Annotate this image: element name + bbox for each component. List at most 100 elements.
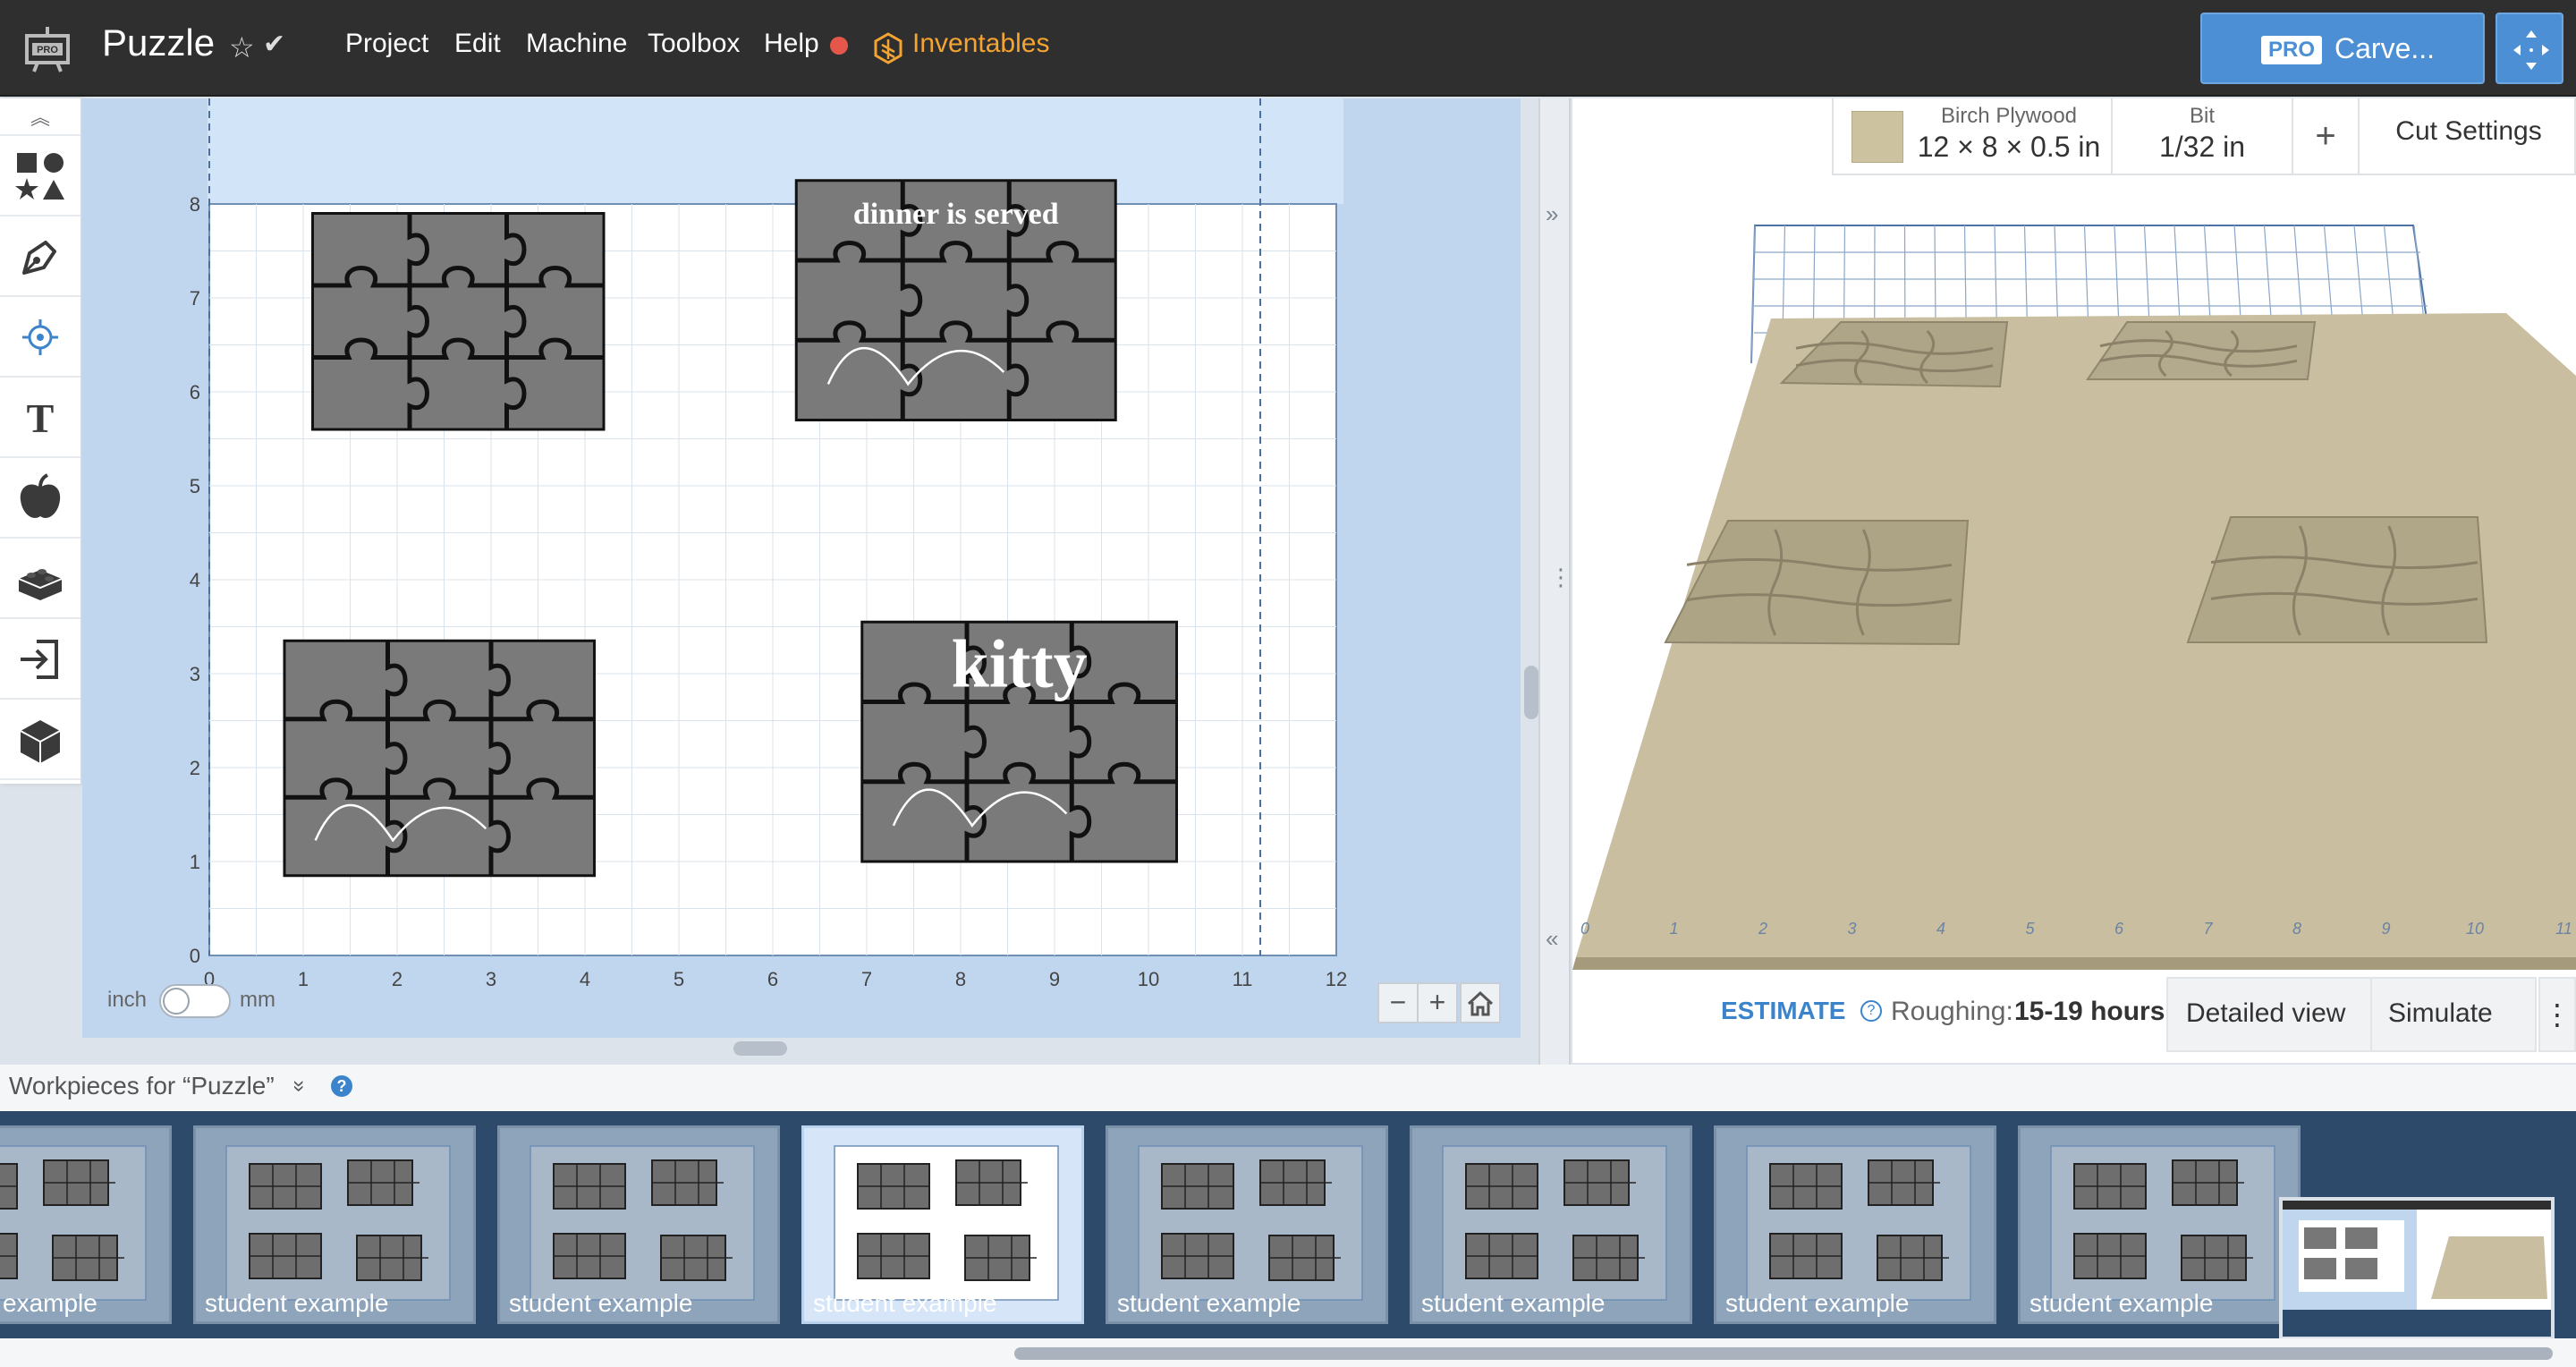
shapes-tool[interactable] <box>0 138 80 217</box>
info-icon[interactable]: ? <box>1860 1000 1882 1022</box>
x-axis-labels: 0 1 2 3 4 5 6 7 8 9 10 11 12 <box>204 968 1347 990</box>
apps-tool[interactable] <box>0 540 80 619</box>
workpiece-label: example <box>3 1289 97 1317</box>
material-name[interactable]: Birch Plywood <box>1911 104 2107 129</box>
inventables-logo-icon[interactable] <box>873 32 903 64</box>
material-swatch[interactable] <box>1852 111 1903 163</box>
y-tick-label: 5 <box>190 475 200 497</box>
workpiece-card[interactable]: student example <box>497 1125 780 1324</box>
preview-tick-label: 9 <box>2381 920 2390 938</box>
workpiece-card[interactable]: student example <box>193 1125 476 1324</box>
preview-tick-label: 0 <box>1580 920 1589 938</box>
menu-project[interactable]: Project <box>345 29 428 59</box>
pen-tool[interactable] <box>0 218 80 297</box>
brick-icon <box>18 569 63 600</box>
workpiece-card[interactable]: student example <box>1106 1125 1388 1324</box>
home-icon <box>1467 990 1494 1016</box>
more-options-button[interactable]: ⋮ <box>2538 977 2576 1052</box>
canvas-v-scroll-handle[interactable] <box>1524 666 1538 719</box>
help-icon[interactable]: ? <box>331 1075 352 1097</box>
add-bit-button[interactable]: + <box>2293 98 2358 175</box>
cube-icon <box>20 720 61 763</box>
panel-divider[interactable]: » ⋮ « <box>1538 98 1572 1065</box>
workpieces-header: Workpieces for “Puzzle” » ? <box>0 1065 2576 1111</box>
shapes-icon <box>15 153 64 200</box>
import-tool[interactable] <box>0 621 80 700</box>
workpiece-label: student example <box>1421 1289 1606 1317</box>
horizontal-scrollbar[interactable] <box>0 1338 2576 1367</box>
collapse-toolbar-button[interactable]: ︽ <box>0 98 80 136</box>
zoom-out-button[interactable]: − <box>1377 982 1419 1023</box>
y-tick-label: 7 <box>190 287 200 310</box>
point-tool[interactable] <box>0 299 80 378</box>
workpiece-card[interactable]: student example <box>801 1125 1084 1324</box>
fullscreen-button[interactable] <box>2496 13 2563 84</box>
expand-left-icon[interactable]: « <box>1546 925 1558 953</box>
unit-mm-label: mm <box>240 988 275 1012</box>
3d-tool[interactable] <box>0 701 80 780</box>
zoom-in-button[interactable]: + <box>1417 982 1458 1023</box>
inventables-link[interactable]: Inventables <box>912 29 1049 59</box>
workpiece-card[interactable]: student example <box>2018 1125 2301 1324</box>
material-dimensions[interactable]: 12 × 8 × 0.5 in <box>1911 131 2107 164</box>
scroll-thumb[interactable] <box>1014 1347 2553 1360</box>
pro-logo-icon[interactable]: PRO <box>21 23 73 73</box>
design-canvas[interactable]: 0 1 2 3 4 5 6 7 8 9 10 11 12 012345678 dinner is ser… <box>82 98 1521 1056</box>
menu-edit[interactable]: Edit <box>454 29 501 59</box>
home-view-button[interactable] <box>1460 982 1501 1023</box>
3d-preview-render[interactable]: 0 1 2 3 4 5 6 7 8 9 10 11 <box>1572 179 2576 972</box>
svg-text:PRO: PRO <box>37 45 58 55</box>
icon-library-tool[interactable] <box>0 460 80 539</box>
y-axis-labels: 0 1 2 3 4 5 6 7 8 <box>190 193 200 967</box>
menu-toolbox[interactable]: Toolbox <box>648 29 740 59</box>
workpiece-label: student example <box>1725 1289 1910 1317</box>
x-tick-label: 9 <box>1049 968 1060 990</box>
chevron-down-icon[interactable]: » <box>287 1080 312 1091</box>
y-tick-label: 6 <box>190 381 200 403</box>
carve-button[interactable]: PRO Carve... <box>2200 13 2485 84</box>
bit-label: Bit <box>2189 104 2215 128</box>
simulate-button[interactable]: Simulate <box>2388 998 2493 1029</box>
bit-selector[interactable]: 1/32 in <box>2113 131 2292 164</box>
expand-right-icon[interactable]: » <box>1546 200 1558 228</box>
preview-tick-label: 2 <box>1758 920 1767 938</box>
workpiece-card[interactable]: student example <box>1714 1125 1996 1324</box>
x-tick-label: 6 <box>767 968 778 990</box>
3d-preview-panel[interactable]: 0 1 2 3 4 5 6 7 8 9 10 11 Birch Plywood 12 × 8 × 0.… <box>1572 98 2576 1063</box>
import-icon <box>21 640 58 679</box>
x-tick-label: 1 <box>298 968 309 990</box>
workpiece-card[interactable]: student example <box>1410 1125 1692 1324</box>
y-tick-label: 4 <box>190 569 200 591</box>
menu-help[interactable]: Help <box>764 29 819 59</box>
units-toggle[interactable] <box>159 984 231 1018</box>
star-icon[interactable]: ☆ <box>229 30 255 64</box>
y-tick-label: 1 <box>190 851 200 873</box>
workpiece-current-preview[interactable] <box>2279 1197 2555 1340</box>
menu-machine[interactable]: Machine <box>526 29 627 59</box>
workpiece-label: student example <box>205 1289 389 1317</box>
y-tick-label: 0 <box>190 945 200 967</box>
pocket-dinner <box>2086 321 2317 380</box>
separator <box>2370 979 2372 1050</box>
detailed-view-button[interactable]: Detailed view <box>2186 998 2345 1029</box>
puzzle-plain <box>311 212 606 431</box>
x-tick-label: 10 <box>1138 968 1159 990</box>
check-icon: ✔ <box>263 30 286 59</box>
wood-board-shade <box>1572 957 2576 970</box>
canvas-h-scroll-handle[interactable] <box>733 1041 787 1056</box>
cut-settings-button[interactable]: Cut Settings <box>2360 116 2576 147</box>
project-title[interactable]: Puzzle <box>102 21 215 64</box>
puzzle-dinner: dinner is served <box>794 179 1117 421</box>
workpiece-label: student example <box>509 1289 693 1317</box>
drag-handle-icon[interactable]: ⋮ <box>1549 564 1572 591</box>
estimate-bar: ESTIMATE ? Roughing: 15-19 hours Detaile… <box>1572 972 2576 1061</box>
canvas-drawing[interactable]: 0 1 2 3 4 5 6 7 8 9 10 11 12 012345678 dinner is ser… <box>82 98 1521 1038</box>
pro-badge: PRO <box>2261 36 2323 64</box>
preview-tick-label: 8 <box>2292 920 2301 938</box>
preview-tick-label: 7 <box>2203 920 2213 938</box>
text-tool[interactable]: T <box>0 379 80 458</box>
preview-tick-label: 11 <box>2555 920 2572 938</box>
workpiece-card[interactable]: example <box>0 1125 172 1324</box>
preview-tick-label: 6 <box>2114 920 2124 938</box>
estimate-label[interactable]: ESTIMATE <box>1721 997 1845 1025</box>
